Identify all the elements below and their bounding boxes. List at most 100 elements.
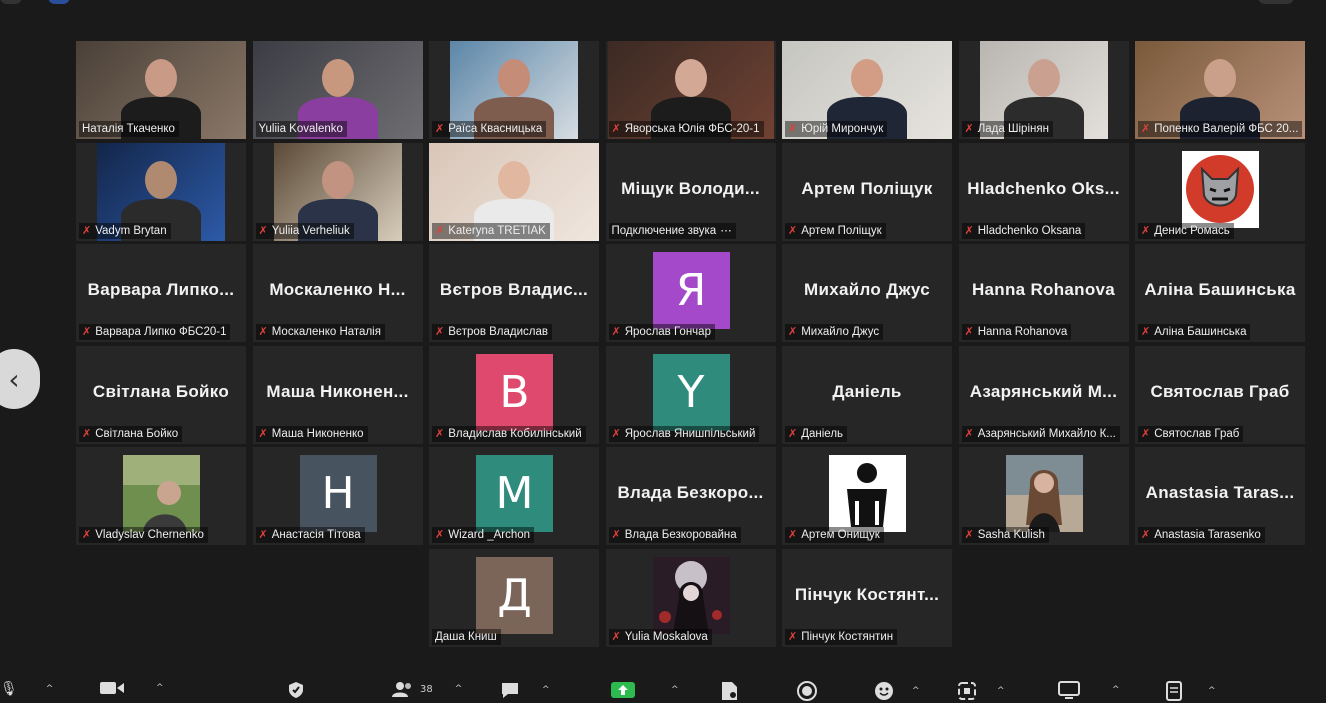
mic-icon[interactable]: 🎙︎	[0, 681, 18, 697]
participant-tile[interactable]: Світлана Бойко ✗ Світлана Бойко	[76, 345, 246, 444]
participant-tile[interactable]: ✗ Раїса Квасницька	[429, 41, 599, 139]
participant-tile[interactable]: ✗ Лада Шірінян	[958, 41, 1129, 139]
whiteboard-control[interactable]: ^	[1058, 681, 1120, 699]
security-control[interactable]	[287, 681, 305, 699]
participant-tile[interactable]: Anastasia Taras... ✗ Anastasia Tarasenko	[1135, 447, 1305, 545]
participant-name-label: ✗ Yulia Moskalova	[608, 628, 712, 645]
top-control-right	[1258, 0, 1294, 4]
muted-mic-icon: ✗	[964, 223, 974, 237]
participant-name: Sasha Kulish	[977, 529, 1045, 541]
participant-name: Влада Безкоровайна	[624, 529, 737, 541]
participant-name: Yulia Moskalova	[624, 630, 708, 643]
chevron-up-icon[interactable]: ^	[1208, 686, 1216, 696]
muted-mic-icon: ✗	[435, 426, 445, 440]
muted-mic-icon: ✗	[964, 528, 974, 541]
participant-tile[interactable]: Михайло Джус ✗ Михайло Джус	[782, 244, 952, 342]
participant-tile[interactable]: Даніель ✗ Даніель	[782, 345, 952, 444]
participant-tile[interactable]: Пінчук Костянт... ✗ Пінчук Костянтин	[782, 548, 952, 647]
participant-tile[interactable]: ✗ Попенко Валерій ФБС 20...	[1135, 41, 1305, 139]
chevron-up-icon[interactable]: ^	[46, 684, 54, 694]
participant-tile[interactable]: ✗ Kateryna TRETIAK	[429, 142, 599, 241]
participant-name-label: Yuliia Kovalenko	[255, 121, 347, 137]
chevron-up-icon[interactable]: ^	[912, 686, 920, 696]
chevron-up-icon[interactable]: ^	[1112, 685, 1120, 695]
participant-tile[interactable]: Азарянський М... ✗ Азарянський Михайло К..…	[958, 345, 1129, 444]
participant-name-label: ✗ Михайло Джус	[785, 324, 884, 340]
silhouette-logo	[829, 455, 906, 532]
record-icon[interactable]	[797, 681, 817, 701]
participant-tile[interactable]: Маша Никонен... ✗ Маша Никоненко	[252, 345, 423, 444]
participant-tile[interactable]: Yuliia Kovalenko	[252, 41, 423, 139]
participant-tile[interactable]: Влада Безкоро... ✗ Влада Безкоровайна	[605, 447, 776, 545]
participant-tile[interactable]: Артем Поліщук ✗ Артем Поліщук	[782, 142, 952, 241]
reactions-icon[interactable]	[874, 681, 894, 701]
participant-name: Ярослав Гончар	[624, 326, 711, 338]
avatar: M	[476, 455, 553, 532]
share-screen-control[interactable]: ^	[611, 681, 679, 699]
share-screen-icon[interactable]	[611, 681, 635, 699]
participant-tile[interactable]: Аліна Башинська ✗ Аліна Башинська	[1135, 244, 1305, 342]
chevron-up-icon[interactable]: ^	[455, 684, 463, 694]
participant-face	[498, 59, 530, 97]
participant-tile[interactable]: Варвара Липко... ✗ Варвара Липко ФБС20-1	[76, 244, 246, 342]
chat-control[interactable]: ^	[500, 681, 550, 699]
participant-name-label: ✗ Пінчук Костянтин	[785, 628, 898, 645]
avatar: Y	[652, 353, 730, 431]
chevron-up-icon[interactable]: ^	[542, 685, 550, 695]
participant-tile[interactable]: Hanna Rohanova ✗ Hanna Rohanova	[958, 244, 1129, 342]
chevron-up-icon[interactable]: ^	[997, 686, 1005, 696]
participant-name-label: ✗ Попенко Валерій ФБС 20...	[1138, 121, 1302, 137]
whiteboard-icon[interactable]	[1058, 681, 1080, 699]
participant-tile[interactable]: Hladchenko Oks... ✗ Hladchenko Oksana	[958, 142, 1129, 241]
notes-icon[interactable]	[1166, 681, 1182, 701]
selfie-photo	[123, 455, 200, 532]
video-control[interactable]: ^	[100, 681, 164, 695]
chevron-up-icon[interactable]: ^	[156, 683, 164, 693]
security-icon[interactable]	[287, 681, 305, 699]
participant-tile[interactable]: ✗ Yulia Moskalova	[605, 548, 776, 647]
participant-name-label: ✗ Артем Онищук	[785, 527, 884, 543]
participant-tile[interactable]: Святослав Граб ✗ Святослав Граб	[1135, 345, 1305, 444]
apps-icon[interactable]	[957, 681, 977, 701]
notes-control[interactable]: ^	[1166, 681, 1216, 701]
summary-control[interactable]	[720, 681, 738, 701]
participant-tile[interactable]: Я ✗ Ярослав Гончар	[605, 244, 776, 342]
participant-display-name: Вєтров Владис...	[439, 280, 589, 299]
video-icon[interactable]	[100, 681, 124, 695]
reactions-control[interactable]: ^	[874, 681, 920, 701]
participant-tile[interactable]: Москаленко Н... ✗ Москаленко Наталія	[252, 244, 423, 342]
participants-icon[interactable]	[392, 681, 414, 697]
participant-display-name: Москаленко Н...	[269, 280, 406, 299]
participant-tile[interactable]: ✗ Юрій Мирончук	[782, 41, 952, 139]
chat-icon[interactable]	[500, 681, 520, 699]
participant-display-name: Влада Безкоро...	[617, 483, 764, 502]
participant-display-name: Михайло Джус	[804, 280, 930, 299]
participant-tile[interactable]: ✗ Vladyslav Chernenko	[76, 447, 246, 545]
participant-tile[interactable]: Вєтров Владис... ✗ Вєтров Владислав	[429, 244, 599, 342]
record-control[interactable]	[797, 681, 817, 701]
mute-control[interactable]: 🎙︎ ^	[0, 681, 53, 697]
participant-tile[interactable]: Y ✗ Ярослав Янишпільський	[605, 345, 776, 444]
participant-tile[interactable]: ✗ Sasha Kulish	[958, 447, 1129, 545]
participant-name-label: ✗ Kateryna TRETIAK	[432, 222, 550, 239]
participant-tile[interactable]: ✗ Артем Онищук	[782, 447, 952, 545]
participant-name-label: ✗ Vladyslav Chernenko	[79, 527, 208, 543]
participant-tile[interactable]: Д Даша Книш	[429, 548, 599, 647]
chevron-up-icon[interactable]: ^	[671, 685, 679, 695]
participant-tile[interactable]: ✗ Денис Ромась	[1135, 142, 1305, 241]
prev-page-button[interactable]: ‹	[0, 349, 40, 409]
participant-tile[interactable]: ✗ Yuliia Verheliuk	[252, 142, 423, 241]
participant-tile[interactable]: H ✗ Анастасія Тітова	[252, 447, 423, 545]
participant-tile[interactable]: M ✗ Wizard _Archon	[429, 447, 599, 545]
muted-mic-icon: ✗	[1141, 325, 1151, 338]
participant-name-label: ✗ Світлана Бойко	[79, 425, 183, 442]
apps-control[interactable]: ^	[957, 681, 1005, 701]
participant-tile[interactable]: Міщук Володи... Подключение звука ⋯	[605, 142, 776, 241]
participant-name-label: Наталія Ткаченко	[79, 121, 179, 137]
document-icon[interactable]	[720, 681, 738, 701]
participant-tile[interactable]: ✗ Яворська Юлія ФБС-20-1	[605, 41, 776, 139]
participant-tile[interactable]: B ✗ Владислав Кобилінський	[429, 345, 599, 444]
participant-tile[interactable]: ✗ Vadym Brytan	[76, 142, 246, 241]
participant-tile[interactable]: Наталія Ткаченко	[76, 41, 246, 139]
participants-control[interactable]: 38 ^	[392, 681, 462, 697]
